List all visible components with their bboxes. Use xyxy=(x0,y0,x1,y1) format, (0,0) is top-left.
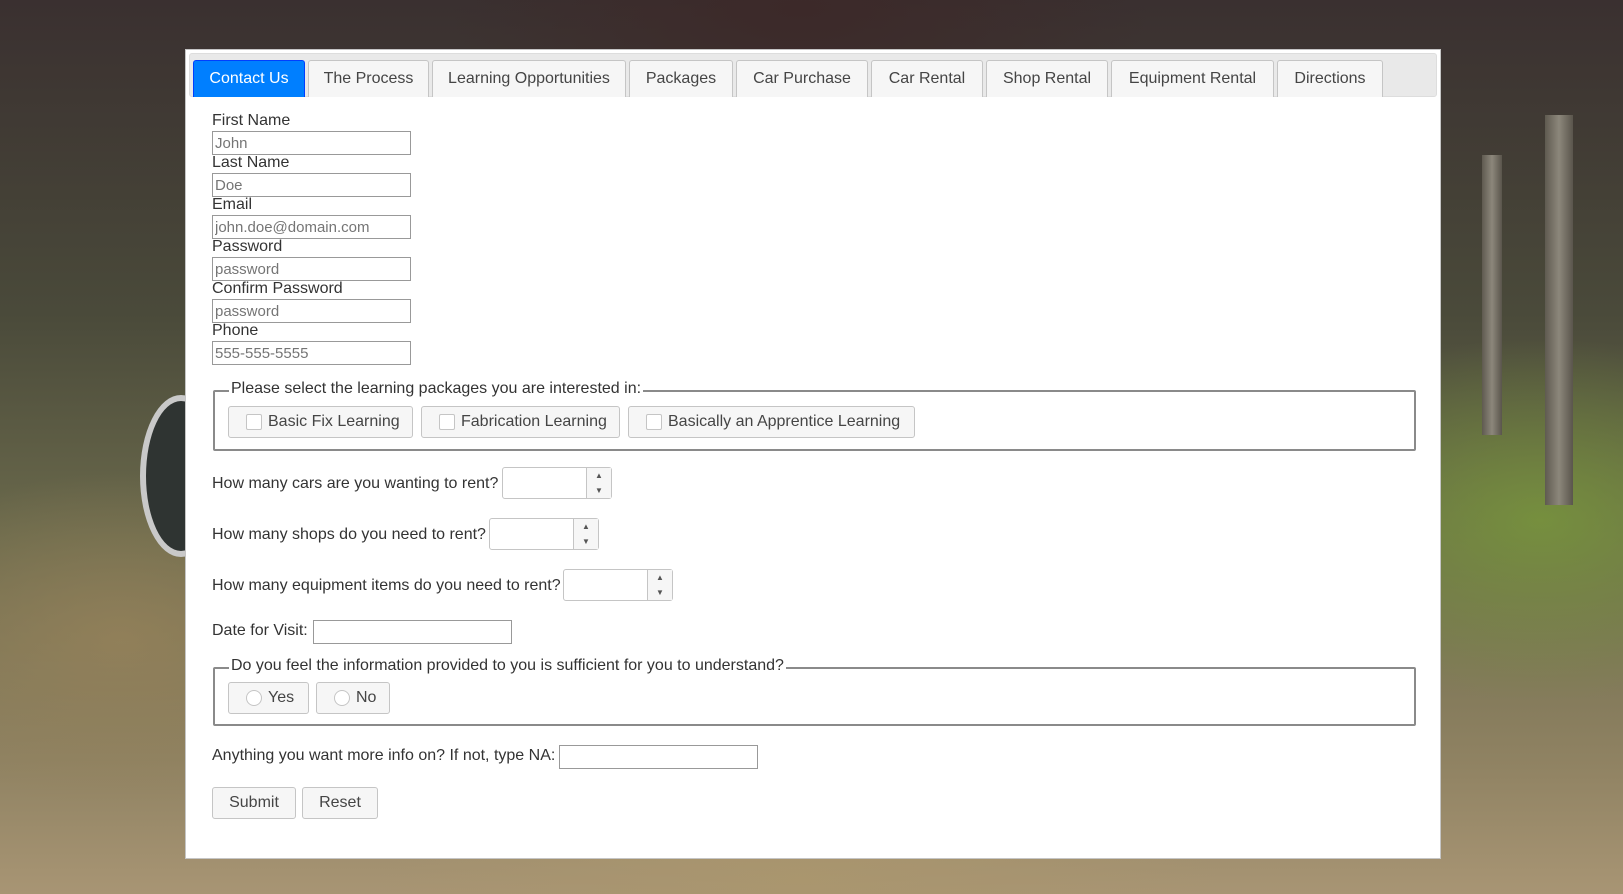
confirm-password-label: Confirm Password xyxy=(212,280,343,297)
sufficient-fieldset: Do you feel the information provided to … xyxy=(213,657,1416,726)
checkbox-icon xyxy=(246,414,262,430)
checkbox-icon xyxy=(646,414,662,430)
packages-fieldset: Please select the learning packages you … xyxy=(213,380,1416,451)
tab-the-process[interactable]: The Process xyxy=(308,60,429,97)
shops-rent-spinner[interactable]: ▲ ▼ xyxy=(489,518,599,550)
confirm-password-field[interactable] xyxy=(212,299,411,323)
sufficient-legend: Do you feel the information provided to … xyxy=(229,657,786,675)
password-field[interactable] xyxy=(212,257,411,281)
shops-rent-label: How many shops do you need to rent? xyxy=(212,526,486,543)
tab-bar: Contact Us The Process Learning Opportun… xyxy=(189,53,1437,97)
reset-button[interactable]: Reset xyxy=(302,787,378,819)
more-info-label: Anything you want more info on? If not, … xyxy=(212,747,556,764)
radio-option-label: No xyxy=(356,689,377,706)
equipment-rent-label: How many equipment items do you need to … xyxy=(212,577,561,594)
background-fence-post xyxy=(1482,155,1502,435)
checkbox-icon xyxy=(439,414,455,430)
cars-rent-spinner[interactable]: ▲ ▼ xyxy=(502,467,612,499)
phone-field[interactable] xyxy=(212,341,411,365)
tab-car-purchase[interactable]: Car Purchase xyxy=(736,60,868,97)
tab-car-rental[interactable]: Car Rental xyxy=(871,60,983,97)
sufficient-yes-radio[interactable]: Yes xyxy=(228,682,309,714)
last-name-label: Last Name xyxy=(212,154,290,171)
spinner-up-icon[interactable]: ▲ xyxy=(648,570,672,585)
phone-label: Phone xyxy=(212,322,259,339)
tab-learning-opportunities[interactable]: Learning Opportunities xyxy=(432,60,626,97)
submit-button[interactable]: Submit xyxy=(212,787,296,819)
spinner-arrows[interactable]: ▲ ▼ xyxy=(586,468,611,498)
package-option-label: Fabrication Learning xyxy=(461,413,607,430)
tab-equipment-rental[interactable]: Equipment Rental xyxy=(1111,60,1274,97)
main-panel: Contact Us The Process Learning Opportun… xyxy=(185,49,1441,859)
email-field[interactable] xyxy=(212,215,411,239)
tab-directions[interactable]: Directions xyxy=(1277,60,1383,97)
visit-date-field[interactable] xyxy=(313,620,512,644)
package-option-basic-fix[interactable]: Basic Fix Learning xyxy=(228,406,413,438)
tab-contact-us[interactable]: Contact Us xyxy=(193,60,305,97)
equipment-rent-spinner[interactable]: ▲ ▼ xyxy=(563,569,673,601)
tab-packages[interactable]: Packages xyxy=(629,60,733,97)
spinner-up-icon[interactable]: ▲ xyxy=(587,468,611,483)
spinner-down-icon[interactable]: ▼ xyxy=(587,483,611,498)
spinner-arrows[interactable]: ▲ ▼ xyxy=(647,570,672,600)
cars-rent-label: How many cars are you wanting to rent? xyxy=(212,475,499,492)
last-name-field[interactable] xyxy=(212,173,411,197)
package-option-fabrication[interactable]: Fabrication Learning xyxy=(421,406,620,438)
spinner-up-icon[interactable]: ▲ xyxy=(574,519,598,534)
spinner-arrows[interactable]: ▲ ▼ xyxy=(573,519,598,549)
radio-icon xyxy=(334,690,350,706)
password-label: Password xyxy=(212,238,283,255)
first-name-field[interactable] xyxy=(212,131,411,155)
visit-date-label: Date for Visit: xyxy=(212,622,308,639)
first-name-label: First Name xyxy=(212,112,291,129)
package-option-label: Basically an Apprentice Learning xyxy=(668,413,901,430)
sufficient-no-radio[interactable]: No xyxy=(316,682,390,714)
background-fence-post xyxy=(1545,115,1573,505)
spinner-down-icon[interactable]: ▼ xyxy=(574,534,598,549)
packages-legend: Please select the learning packages you … xyxy=(229,380,644,398)
radio-icon xyxy=(246,690,262,706)
spinner-down-icon[interactable]: ▼ xyxy=(648,585,672,600)
more-info-field[interactable] xyxy=(559,745,758,769)
package-option-label: Basic Fix Learning xyxy=(268,413,400,430)
radio-option-label: Yes xyxy=(268,689,295,706)
email-label: Email xyxy=(212,196,253,213)
tab-shop-rental[interactable]: Shop Rental xyxy=(986,60,1108,97)
package-option-apprentice[interactable]: Basically an Apprentice Learning xyxy=(628,406,915,438)
